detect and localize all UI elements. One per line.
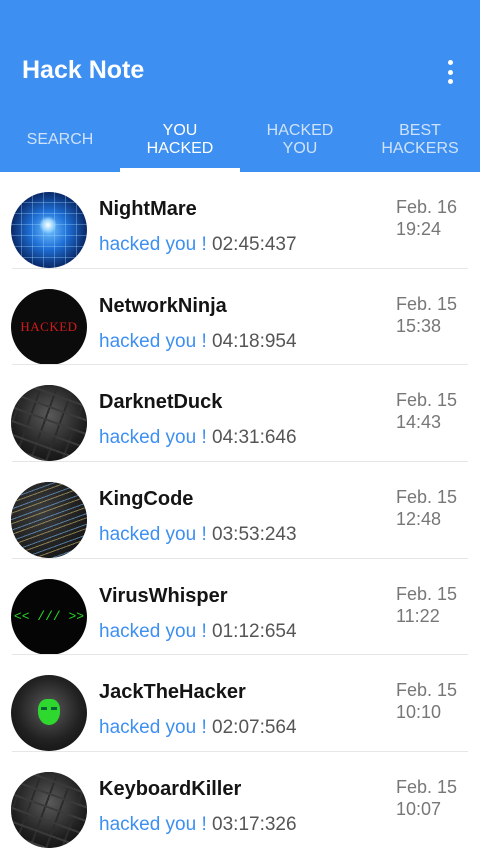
hacker-name: DarknetDuck bbox=[99, 391, 223, 414]
hack-status: hacked you ! 03:53:243 bbox=[99, 524, 297, 546]
hack-date: Feb. 15 12:48 bbox=[396, 487, 458, 530]
tab-search[interactable]: SEARCH bbox=[0, 113, 120, 172]
hack-date: Feb. 15 15:38 bbox=[396, 293, 458, 336]
hack-date: Feb. 15 14:43 bbox=[396, 390, 458, 433]
app-bar: Hack Note SEARCH YOU HACKED HACKED YOU B… bbox=[0, 0, 480, 172]
hack-action: hacked you ! bbox=[99, 814, 213, 836]
list-item[interactable]: KeyboardKiller hacked you ! 03:17:326 Fe… bbox=[0, 752, 480, 849]
tab-you-hacked[interactable]: YOU HACKED bbox=[120, 113, 240, 172]
hack-duration: 01:12:654 bbox=[212, 620, 297, 642]
hack-status: hacked you ! 04:18:954 bbox=[99, 331, 297, 353]
hacker-name: KingCode bbox=[99, 488, 194, 511]
avatar-text: HACKED bbox=[20, 318, 78, 334]
hacker-name: NightMare bbox=[99, 198, 197, 220]
hack-date: Feb. 15 11:22 bbox=[396, 583, 458, 626]
code-screen-avatar bbox=[11, 482, 87, 559]
more-vert-icon[interactable] bbox=[438, 58, 462, 86]
tab-you-hacked-label: YOU HACKED bbox=[146, 121, 214, 157]
hack-duration: 03:17:326 bbox=[212, 814, 297, 836]
list-item[interactable]: JackTheHacker hacked you ! 02:07:564 Feb… bbox=[0, 655, 480, 753]
hack-status: hacked you ! 01:12:654 bbox=[99, 621, 297, 643]
hooded-mask-avatar bbox=[11, 675, 87, 752]
keyboard-avatar bbox=[11, 772, 87, 849]
hacked-text-avatar: HACKED bbox=[11, 288, 87, 365]
tab-search-label: SEARCH bbox=[26, 130, 94, 148]
hack-duration: 02:07:564 bbox=[212, 717, 297, 739]
hacker-list: NightMare hacked you ! 02:45:437 Feb. 16… bbox=[0, 172, 480, 849]
avatar-text: << /// >> bbox=[13, 609, 85, 625]
hack-status: hacked you ! 03:17:326 bbox=[99, 814, 297, 836]
tab-best-hackers-label: BEST HACKERS bbox=[381, 121, 459, 157]
hack-status: hacked you ! 02:07:564 bbox=[99, 717, 297, 739]
hack-date: Feb. 15 10:07 bbox=[396, 777, 458, 820]
hack-duration: 03:53:243 bbox=[212, 524, 297, 546]
hack-status: hacked you ! 02:45:437 bbox=[99, 234, 297, 256]
tab-best-hackers[interactable]: BEST HACKERS bbox=[360, 113, 480, 172]
hacker-name: KeyboardKiller bbox=[99, 778, 242, 801]
hacker-name: VirusWhisper bbox=[99, 584, 228, 607]
hack-action: hacked you ! bbox=[99, 524, 213, 546]
list-item[interactable]: NightMare hacked you ! 02:45:437 Feb. 16… bbox=[0, 172, 480, 269]
hack-action: hacked you ! bbox=[99, 234, 213, 255]
hack-duration: 04:31:646 bbox=[212, 427, 297, 449]
tab-bar: SEARCH YOU HACKED HACKED YOU BEST HACKER… bbox=[0, 113, 480, 172]
list-item[interactable]: HACKED NetworkNinja hacked you ! 04:18:9… bbox=[0, 269, 480, 366]
hack-action: hacked you ! bbox=[99, 717, 213, 739]
list-item[interactable]: DarknetDuck hacked you ! 04:31:646 Feb. … bbox=[0, 365, 480, 463]
app-title: Hack Note bbox=[22, 56, 145, 84]
hack-date: Feb. 16 19:24 bbox=[396, 197, 458, 239]
hack-duration: 02:45:437 bbox=[212, 234, 297, 255]
hacker-name: NetworkNinja bbox=[99, 294, 227, 317]
hack-duration: 04:18:954 bbox=[212, 330, 297, 352]
keyboard-avatar bbox=[11, 385, 87, 462]
hack-date: Feb. 15 10:10 bbox=[396, 680, 458, 723]
hack-status: hacked you ! 04:31:646 bbox=[99, 427, 297, 449]
tab-hacked-you-label: HACKED YOU bbox=[266, 121, 334, 157]
hack-action: hacked you ! bbox=[99, 620, 213, 642]
hacker-name: JackTheHacker bbox=[99, 681, 246, 704]
hack-action: hacked you ! bbox=[99, 330, 213, 352]
list-item[interactable]: KingCode hacked you ! 03:53:243 Feb. 15 … bbox=[0, 462, 480, 559]
code-symbol-avatar: << /// >> bbox=[11, 578, 87, 655]
globe-network-avatar bbox=[11, 192, 87, 268]
hack-action: hacked you ! bbox=[99, 427, 213, 449]
tab-hacked-you[interactable]: HACKED YOU bbox=[240, 113, 360, 172]
list-item[interactable]: << /// >> VirusWhisper hacked you ! 01:1… bbox=[0, 559, 480, 656]
